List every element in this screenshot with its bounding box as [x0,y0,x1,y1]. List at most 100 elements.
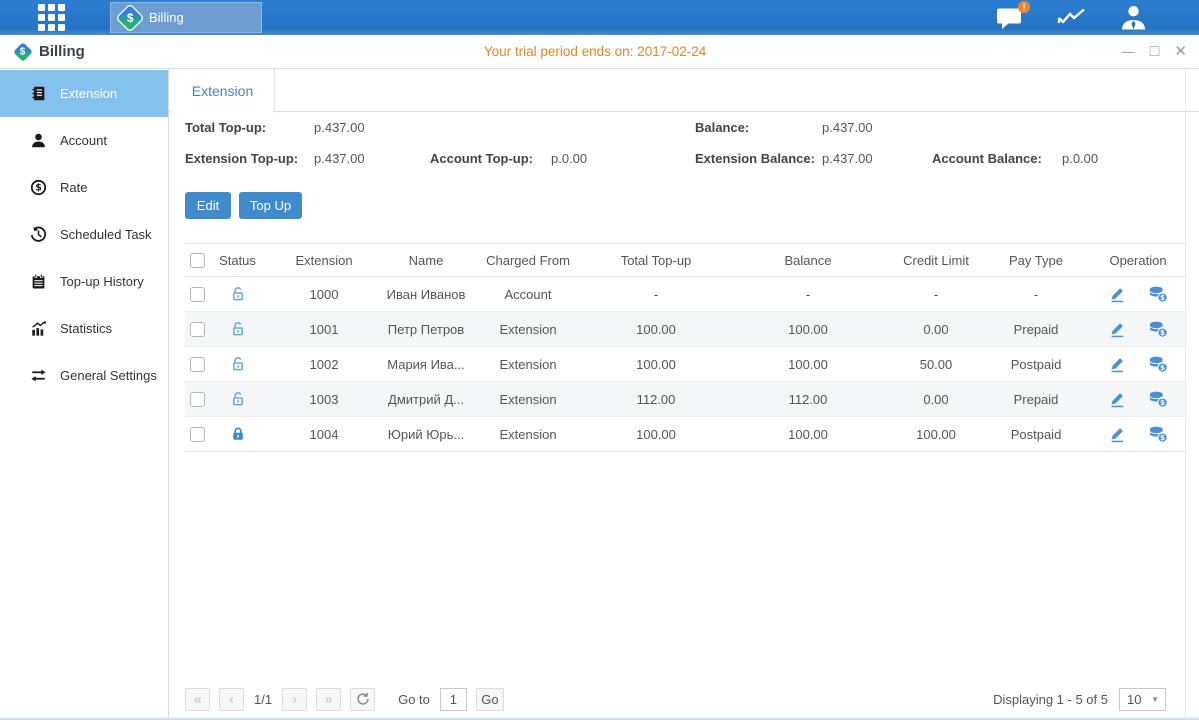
window-title: Billing [39,43,85,60]
notification-badge: ! [1018,1,1030,13]
topup-icon[interactable]: $ [1148,426,1168,443]
minimize-icon[interactable]: — [1122,45,1135,58]
svg-text:$: $ [1160,434,1165,442]
general-settings-icon [30,367,47,384]
refresh-icon[interactable] [350,688,375,711]
last-page-button[interactable]: » [316,688,341,711]
user-account-icon[interactable] [1120,5,1147,30]
svg-text:$: $ [1160,329,1165,337]
resource-monitor-icon[interactable] [1057,7,1086,29]
extension-cell: 1004 [265,417,383,452]
edit-icon[interactable] [1108,321,1126,338]
col-name: Name [383,244,469,277]
extension-balance-value: p.437.00 [822,151,873,166]
page-size-select[interactable]: 10 ▼ [1119,688,1166,711]
name-cell: Мария Ива... [383,347,469,382]
rate-icon: $ [30,179,47,196]
select-all-checkbox[interactable] [190,253,205,268]
extension-table: Status Extension Name Charged From Total… [185,243,1185,452]
total-topup-cell: - [587,277,725,312]
name-cell: Иван Иванов [383,277,469,312]
taskbar-item-label: Billing [149,10,184,25]
table-header-row: Status Extension Name Charged From Total… [185,244,1185,277]
row-checkbox[interactable] [190,392,205,407]
total-topup-cell: 100.00 [587,417,725,452]
sidebar-item-label: General Settings [60,368,157,383]
sidebar-item-extension[interactable]: Extension [0,70,168,117]
topup-icon[interactable]: $ [1148,321,1168,338]
top-up-button[interactable]: Top Up [239,192,302,219]
extension-page: Extension Total Top-up: p.437.00 Balance… [169,69,1199,720]
total-topup-cell: 100.00 [587,312,725,347]
goto-page-input[interactable] [440,688,467,711]
sidebar-item-topup-history[interactable]: Top-up History [0,258,168,305]
col-status: Status [210,244,265,277]
edit-icon[interactable] [1108,391,1126,408]
sidebar-item-account[interactable]: Account [0,117,168,164]
taskbar-item-billing[interactable]: $ Billing [110,2,262,33]
edit-icon[interactable] [1108,356,1126,373]
sidebar-item-rate[interactable]: $ Rate [0,164,168,211]
balance-cell: 112.00 [725,382,891,417]
sidebar-item-general-settings[interactable]: General Settings [0,352,168,399]
credit-limit-cell: 100.00 [891,417,981,452]
pay-type-cell: - [981,277,1091,312]
name-cell: Дмитрий Д... [383,382,469,417]
total-topup-label: Total Top-up: [185,120,266,135]
svg-text:$: $ [1160,364,1165,372]
sidebar-item-label: Statistics [60,321,112,336]
edit-button[interactable]: Edit [185,192,231,219]
maximize-icon[interactable]: □ [1150,44,1160,60]
account-topup-value: p.0.00 [551,151,587,166]
total-topup-value: p.437.00 [314,120,365,135]
edit-icon[interactable] [1108,286,1126,303]
svg-text:$: $ [35,183,42,194]
extension-topup-value: p.437.00 [314,151,365,166]
svg-text:$: $ [1160,294,1165,302]
apps-menu-icon[interactable] [38,4,65,31]
credit-limit-cell: - [891,277,981,312]
row-checkbox[interactable] [190,287,205,302]
balance-cell: 100.00 [725,417,891,452]
extension-cell: 1000 [265,277,383,312]
edit-icon[interactable] [1108,426,1126,443]
balance-cell: - [725,277,891,312]
sidebar-item-label: Top-up History [60,274,144,289]
name-cell: Юрий Юрь... [383,417,469,452]
close-icon[interactable]: ✕ [1174,44,1187,59]
prev-page-button[interactable]: ‹ [219,688,244,711]
row-checkbox[interactable] [190,357,205,372]
unlocked-icon [230,391,246,407]
charged-from-cell: Account [469,277,587,312]
account-topup-label: Account Top-up: [430,151,533,166]
row-checkbox[interactable] [190,322,205,337]
tab-extension[interactable]: Extension [171,69,275,113]
sidebar-item-label: Scheduled Task [60,227,152,242]
row-checkbox[interactable] [190,427,205,442]
topup-icon[interactable]: $ [1148,391,1168,408]
window-titlebar: $ Billing Your trial period ends on: 201… [0,35,1199,69]
balance-value: p.437.00 [822,120,873,135]
extension-cell: 1002 [265,347,383,382]
first-page-button[interactable]: « [185,688,210,711]
total-topup-cell: 112.00 [587,382,725,417]
sidebar-item-label: Account [60,133,107,148]
account-icon [30,132,47,149]
pay-type-cell: Prepaid [981,382,1091,417]
messages-icon[interactable]: ! [996,6,1023,30]
extension-cell: 1001 [265,312,383,347]
topup-icon[interactable]: $ [1148,286,1168,303]
go-button[interactable]: Go [476,688,504,711]
billing-app-icon: $ [117,5,142,30]
table-row: 1001 Петр Петров Extension 100.00 100.00… [185,312,1185,347]
sidebar-item-statistics[interactable]: Statistics [0,305,168,352]
pay-type-cell: Postpaid [981,347,1091,382]
extension-balance-label: Extension Balance: [695,151,815,166]
sidebar-item-scheduled-task[interactable]: Scheduled Task [0,211,168,258]
scheduled-task-icon [30,226,47,243]
extension-cell: 1003 [265,382,383,417]
topup-icon[interactable]: $ [1148,356,1168,373]
page-size-value: 10 [1127,692,1141,707]
pay-type-cell: Prepaid [981,312,1091,347]
next-page-button[interactable]: › [282,688,307,711]
